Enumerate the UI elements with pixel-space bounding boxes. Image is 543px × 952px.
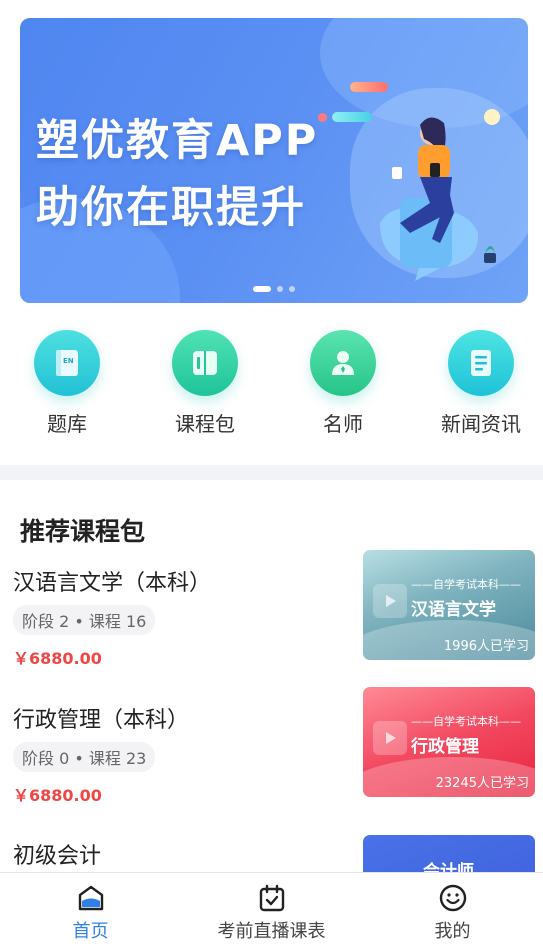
quicknav-news[interactable]: 新闻资讯 xyxy=(426,330,536,437)
course-title: 汉语言文学（本科） xyxy=(13,571,212,596)
play-icon xyxy=(373,721,407,755)
pagination-dot[interactable] xyxy=(289,286,295,292)
course-price: ￥6880.00 xyxy=(13,649,102,668)
reading-woman-illustration xyxy=(380,117,496,281)
profile-smile-icon xyxy=(439,884,466,912)
course-title: 初级会计 xyxy=(13,844,102,869)
tab-home[interactable]: 首页 xyxy=(0,883,181,943)
tab-profile[interactable]: 我的 xyxy=(362,883,543,943)
svg-text:EN: EN xyxy=(63,357,74,365)
course-pack-icon xyxy=(172,330,238,396)
course-meta: 阶段 2 • 课程 16 xyxy=(13,605,156,635)
learner-count: 1996人已学习 xyxy=(443,639,529,654)
thumbnail-title: 汉语言文学 xyxy=(411,600,496,620)
quicknav-teachers[interactable]: 名师 xyxy=(288,330,398,437)
quicknav-question-bank[interactable]: EN 题库 xyxy=(12,330,122,437)
quicknav-label: 新闻资讯 xyxy=(441,412,521,436)
pagination-dot[interactable] xyxy=(253,286,271,292)
tab-label: 考前直播课表 xyxy=(217,921,326,942)
bottom-tab-bar: 首页 考前直播课表 我的 xyxy=(0,872,543,952)
home-page: 塑优教育APP 助你在职提升 EN 题库 课程包 名师 新闻资讯 推荐课程包 汉… xyxy=(0,0,543,952)
course-card[interactable]: 汉语言文学（本科） 阶段 2 • 课程 16 ￥6880.00 ——自学考试本科… xyxy=(0,550,543,690)
course-thumbnail[interactable]: ——自学考试本科—— 汉语言文学 1996人已学习 xyxy=(363,550,535,660)
banner-decoration xyxy=(318,113,327,122)
teacher-icon xyxy=(310,330,376,396)
promo-banner[interactable]: 塑优教育APP 助你在职提升 xyxy=(20,18,528,303)
course-meta: 阶段 0 • 课程 23 xyxy=(13,742,156,772)
tab-live-schedule[interactable]: 考前直播课表 xyxy=(181,883,362,943)
quicknav-label: 名师 xyxy=(323,412,363,436)
tab-label: 首页 xyxy=(72,921,109,942)
section-title: 推荐课程包 xyxy=(20,517,146,546)
thumbnail-tag: ——自学考试本科—— xyxy=(411,578,521,591)
thumbnail-title: 行政管理 xyxy=(411,737,479,757)
thumbnail-tag: ——自学考试本科—— xyxy=(411,715,521,728)
tab-label: 我的 xyxy=(434,921,471,942)
play-icon xyxy=(373,584,407,618)
banner-headline: 塑优教育APP xyxy=(36,116,319,166)
home-icon xyxy=(78,885,103,911)
course-title: 行政管理（本科） xyxy=(13,708,190,733)
banner-decoration xyxy=(350,82,388,92)
course-thumbnail[interactable]: ——自学考试本科—— 行政管理 23245人已学习 xyxy=(363,687,535,797)
banner-pagination xyxy=(20,286,528,292)
pagination-dot[interactable] xyxy=(277,286,283,292)
quicknav-label: 课程包 xyxy=(175,412,235,436)
course-price: ￥6880.00 xyxy=(13,786,102,805)
news-icon xyxy=(448,330,514,396)
section-divider xyxy=(0,465,543,480)
calendar-icon xyxy=(259,884,284,912)
quicknav-label: 题库 xyxy=(47,412,87,436)
course-card[interactable]: 行政管理（本科） 阶段 0 • 课程 23 ￥6880.00 ——自学考试本科—… xyxy=(0,687,543,827)
quick-nav: EN 题库 课程包 名师 新闻资讯 xyxy=(0,330,543,440)
banner-subheadline: 助你在职提升 xyxy=(36,183,306,233)
book-en-icon: EN xyxy=(34,330,100,396)
quicknav-course-pack[interactable]: 课程包 xyxy=(150,330,260,437)
learner-count: 23245人已学习 xyxy=(435,776,529,791)
